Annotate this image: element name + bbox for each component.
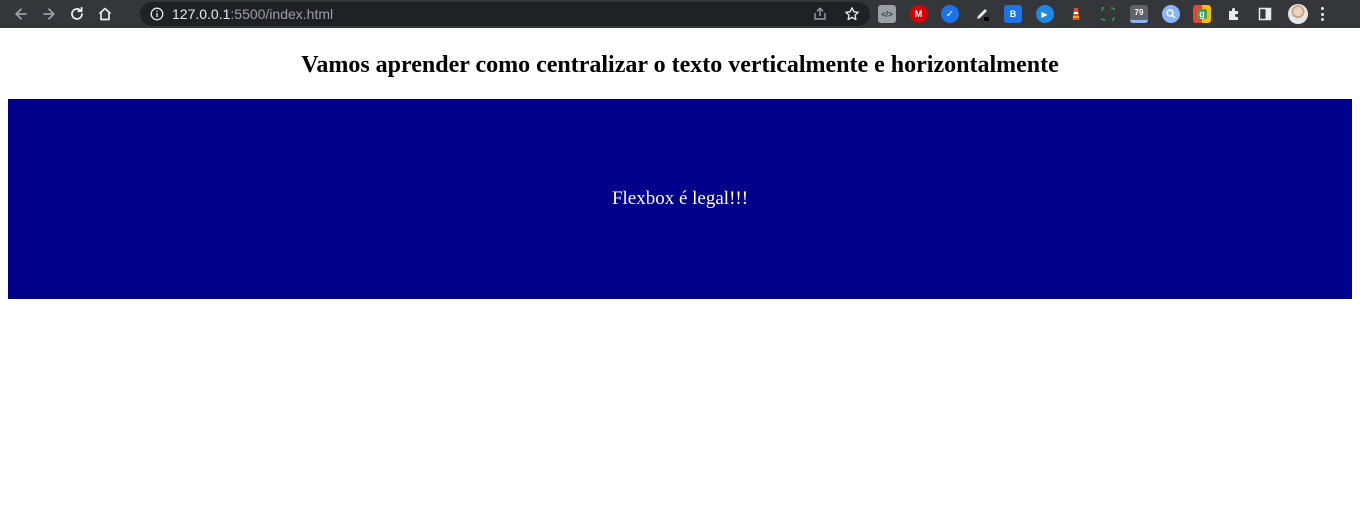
google-extension-label: g	[1197, 9, 1207, 19]
profile-avatar[interactable]	[1287, 4, 1308, 24]
share-icon[interactable]	[810, 4, 830, 24]
dot	[1321, 18, 1324, 21]
bookmark-star-icon[interactable]	[842, 4, 862, 24]
flexbox-container: Flexbox é legal!!!	[8, 99, 1352, 299]
url-text[interactable]: 127.0.0.1:5500/index.html	[172, 6, 333, 22]
blocks-extension-icon[interactable]: B	[1004, 5, 1022, 23]
home-button[interactable]	[94, 3, 116, 25]
screenshot-extension-icon[interactable]	[1099, 5, 1117, 23]
reload-button[interactable]	[66, 3, 88, 25]
counter-extension-icon[interactable]: 79	[1130, 5, 1148, 23]
check-extension-icon[interactable]: ✓	[941, 5, 959, 23]
arrow-right-icon	[43, 8, 55, 20]
browser-toolbar: 127.0.0.1:5500/index.html </> M ✓ B ▶ 79…	[0, 0, 1360, 28]
url-host: 127.0.0.1	[172, 6, 231, 22]
home-icon	[98, 7, 112, 21]
lighthouse-extension-icon[interactable]	[1067, 5, 1085, 23]
mega-extension-icon[interactable]: M	[909, 5, 928, 23]
dot	[1321, 12, 1324, 16]
arrow-left-icon	[15, 8, 27, 20]
info-icon[interactable]	[150, 7, 164, 21]
page-viewport: Vamos aprender como centralizar o texto …	[0, 28, 1360, 521]
pen-extension-icon[interactable]	[973, 5, 991, 23]
reload-icon	[71, 6, 83, 20]
flexbox-text: Flexbox é legal!!!	[611, 188, 749, 209]
puzzle-icon[interactable]	[1225, 5, 1243, 23]
page-title: Vamos aprender como centralizar o texto …	[301, 52, 1059, 78]
side-panel-icon[interactable]	[1256, 5, 1274, 23]
url-path: :5500/index.html	[230, 6, 334, 22]
address-bar[interactable]: 127.0.0.1:5500/index.html	[140, 2, 870, 26]
search-extension-icon[interactable]	[1161, 5, 1180, 23]
back-button[interactable]	[10, 3, 32, 25]
code-view-extension-icon[interactable]: </>	[878, 5, 896, 23]
play-extension-icon[interactable]: ▶	[1035, 5, 1054, 23]
extensions-area: </> M ✓ B ▶ 79 g	[878, 2, 1326, 26]
google-extension-icon[interactable]: g	[1193, 5, 1211, 23]
dot	[1321, 7, 1324, 10]
forward-button[interactable]	[38, 3, 60, 25]
kebab-menu-icon[interactable]	[1320, 5, 1326, 23]
